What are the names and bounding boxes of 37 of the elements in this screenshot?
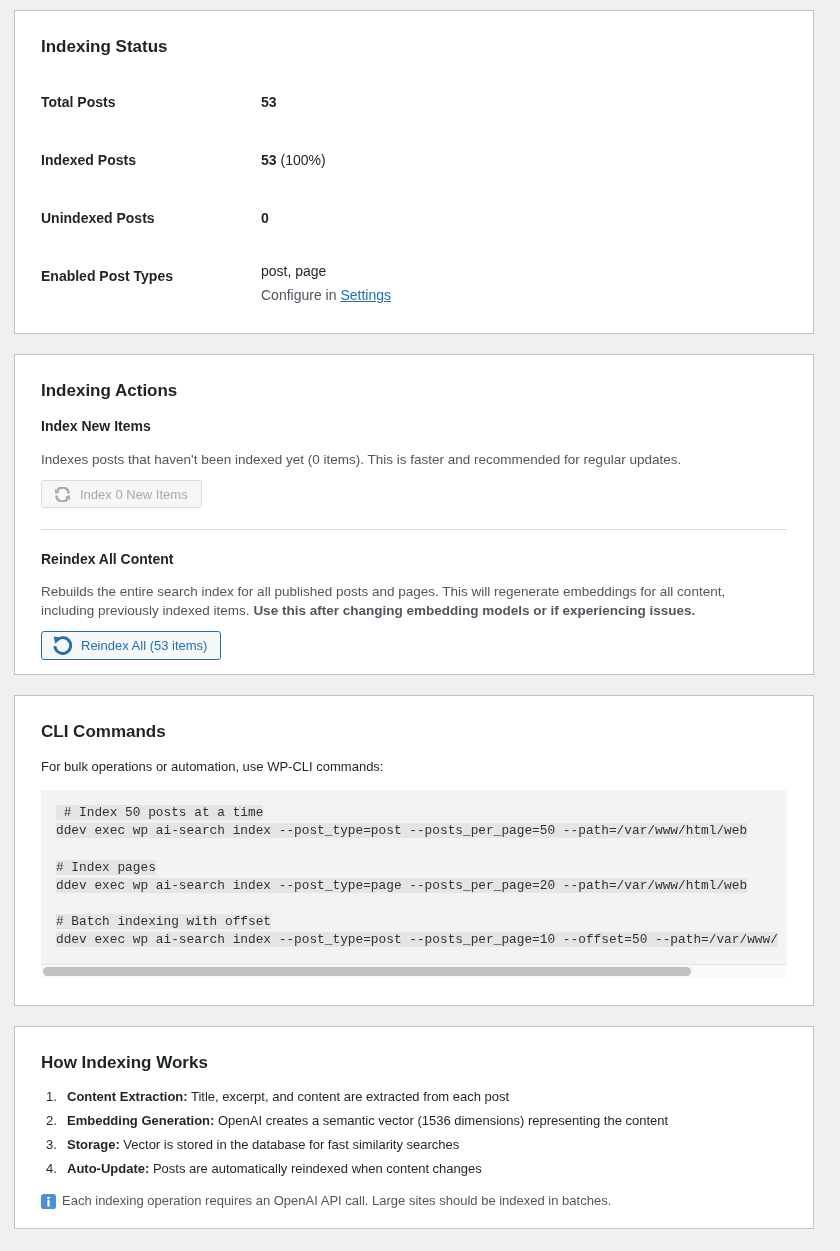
step-text: Auto-Update: Posts are automatically reindexed when content changes <box>67 1160 482 1179</box>
stat-label: Enabled Post Types <box>41 267 173 286</box>
stat-value: 53 <box>261 93 277 112</box>
action-description: Rebuilds the entire search index for all published posts and pages. This will regenerate embeddings for all content, including previously indexed items. Use this after changing embedding models or if experiencing issues. <box>41 583 727 620</box>
configure-text: Configure in Settings <box>261 286 391 304</box>
sync-icon <box>54 486 71 502</box>
cli-description: For bulk operations or automation, use WP-CLI commands: <box>41 758 385 776</box>
stat-value: 0 <box>261 209 269 228</box>
post-types-value: post, page <box>261 262 328 280</box>
info-icon <box>41 1194 56 1209</box>
code-comment: # Index pages <box>56 859 156 875</box>
info-note: Each indexing operation requires an OpenAI API call. Large sites should be indexed in batches. <box>62 1192 612 1211</box>
action-button[interactable]: Reindex All (53 items) <box>41 631 222 660</box>
section-title: How Indexing Works <box>41 1051 209 1074</box>
refresh-icon <box>53 636 72 655</box>
code-comment: # Index 50 posts at a time <box>56 805 264 820</box>
section-title: Indexing Actions <box>41 380 179 402</box>
stat-label: Unindexed Posts <box>41 209 155 228</box>
stat-value: 53 (100%) <box>261 151 326 170</box>
action-description: Indexes posts that haven't been indexed yet (0 items). This is faster and recommended for regular updates. <box>41 451 683 469</box>
scrollbar-track[interactable] <box>41 963 787 978</box>
action-title: Index New Items <box>41 417 152 435</box>
scrollbar-thumb[interactable] <box>43 966 691 976</box>
action-title: Reindex All Content <box>41 550 175 568</box>
settings-link[interactable]: Settings <box>340 287 391 303</box>
code-comment: # Batch indexing with offset <box>56 914 272 930</box>
step-text: Content Extraction: Title, excerpt, and content are extracted from each post <box>67 1087 510 1106</box>
step-number: 1. <box>46 1087 58 1106</box>
step-number: 4. <box>46 1160 58 1179</box>
stat-label: Total Posts <box>41 93 116 112</box>
step-text: Storage: Vector is stored in the database for fast similarity searches <box>67 1136 460 1155</box>
stat-label: Indexed Posts <box>41 151 136 170</box>
section-title: CLI Commands <box>41 721 167 743</box>
step-number: 3. <box>46 1136 58 1155</box>
section-title: Indexing Status <box>41 36 169 58</box>
step-text: Embedding Generation: OpenAI creates a semantic vector (1536 dimensions) representing the content <box>67 1111 669 1130</box>
step-number: 2. <box>46 1111 58 1130</box>
